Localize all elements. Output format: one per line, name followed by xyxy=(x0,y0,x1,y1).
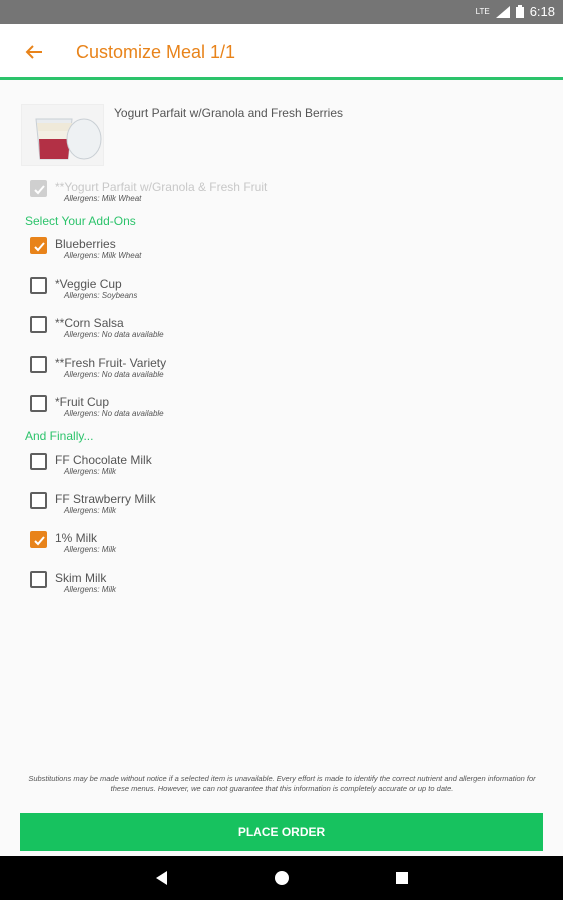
allergen-info: Allergens: Soybeans xyxy=(64,291,138,300)
check-icon xyxy=(34,185,45,195)
finally-section-title: And Finally... xyxy=(25,429,94,443)
item-label: *Veggie Cup xyxy=(55,277,122,291)
allergen-info: Allergens: No data available xyxy=(64,409,164,418)
app-bar: Customize Meal 1/1 xyxy=(0,24,563,80)
disclaimer-text: Substitutions may be made without notice… xyxy=(28,774,536,793)
drink-checkbox[interactable] xyxy=(30,531,47,548)
allergen-info: Allergens: Milk Wheat xyxy=(64,251,142,260)
recents-square-icon[interactable] xyxy=(392,868,412,888)
check-icon xyxy=(34,536,45,546)
arrow-back-icon xyxy=(25,45,42,59)
home-circle-icon[interactable] xyxy=(272,868,292,888)
allergen-info: Allergens: Milk Wheat xyxy=(64,194,142,203)
addon-item-fresh-fruit[interactable]: **Fresh Fruit- Variety Allergens: No dat… xyxy=(30,356,530,392)
item-label: Blueberries xyxy=(55,237,116,251)
item-label: **Fresh Fruit- Variety xyxy=(55,356,167,370)
back-button[interactable] xyxy=(20,38,48,66)
meal-image xyxy=(21,104,104,166)
allergen-info: Allergens: No data available xyxy=(64,330,164,339)
addon-item-corn-salsa[interactable]: **Corn Salsa Allergens: No data availabl… xyxy=(30,316,530,352)
page-title: Customize Meal 1/1 xyxy=(76,42,236,62)
signal-icon xyxy=(495,5,510,18)
system-nav-bar xyxy=(0,856,563,900)
drink-checkbox[interactable] xyxy=(30,571,47,588)
addons-section-title: Select Your Add-Ons xyxy=(25,214,136,228)
network-label: LTE xyxy=(475,7,490,16)
item-label: FF Chocolate Milk xyxy=(55,453,152,467)
allergen-info: Allergens: Milk xyxy=(64,545,117,554)
meal-name: Yogurt Parfait w/Granola and Fresh Berri… xyxy=(114,106,344,120)
addon-item-blueberries[interactable]: Blueberries Allergens: Milk Wheat xyxy=(30,237,530,273)
allergen-info: Allergens: Milk xyxy=(64,467,117,476)
allergen-info: Allergens: No data available xyxy=(64,370,164,379)
addon-item-veggie-cup[interactable]: *Veggie Cup Allergens: Soybeans xyxy=(30,277,530,313)
status-icons: LTE 6:18 xyxy=(476,4,555,19)
item-label: *Fruit Cup xyxy=(55,395,110,409)
status-bar: LTE 6:18 xyxy=(0,0,563,24)
drink-item-strawberry-milk[interactable]: FF Strawberry Milk Allergens: Milk xyxy=(30,492,530,528)
item-label: **Corn Salsa xyxy=(55,316,124,330)
battery-icon xyxy=(515,5,524,18)
item-label: FF Strawberry Milk xyxy=(55,492,156,506)
drink-item-skim-milk[interactable]: Skim Milk Allergens: Milk xyxy=(30,571,530,607)
addon-checkbox[interactable] xyxy=(30,237,47,254)
item-label: **Yogurt Parfait w/Granola & Fresh Fruit xyxy=(55,180,268,194)
addon-item-fruit-cup[interactable]: *Fruit Cup Allergens: No data available xyxy=(30,395,530,431)
addon-checkbox[interactable] xyxy=(30,395,47,412)
included-checkbox xyxy=(30,180,47,197)
back-triangle-icon[interactable] xyxy=(152,868,172,888)
check-icon xyxy=(34,242,45,252)
allergen-info: Allergens: Milk xyxy=(64,585,117,594)
item-label: 1% Milk xyxy=(55,531,98,545)
place-order-button[interactable]: PLACE ORDER xyxy=(20,813,543,851)
addon-checkbox[interactable] xyxy=(30,316,47,333)
drink-checkbox[interactable] xyxy=(30,492,47,509)
drink-checkbox[interactable] xyxy=(30,453,47,470)
addon-checkbox[interactable] xyxy=(30,277,47,294)
addon-checkbox[interactable] xyxy=(30,356,47,373)
included-item: **Yogurt Parfait w/Granola & Fresh Fruit… xyxy=(30,180,530,216)
allergen-info: Allergens: Milk xyxy=(64,506,117,515)
clock: 6:18 xyxy=(529,4,555,19)
drink-item-1pct-milk[interactable]: 1% Milk Allergens: Milk xyxy=(30,531,530,567)
drink-item-chocolate-milk[interactable]: FF Chocolate Milk Allergens: Milk xyxy=(30,453,530,489)
item-label: Skim Milk xyxy=(55,571,107,585)
